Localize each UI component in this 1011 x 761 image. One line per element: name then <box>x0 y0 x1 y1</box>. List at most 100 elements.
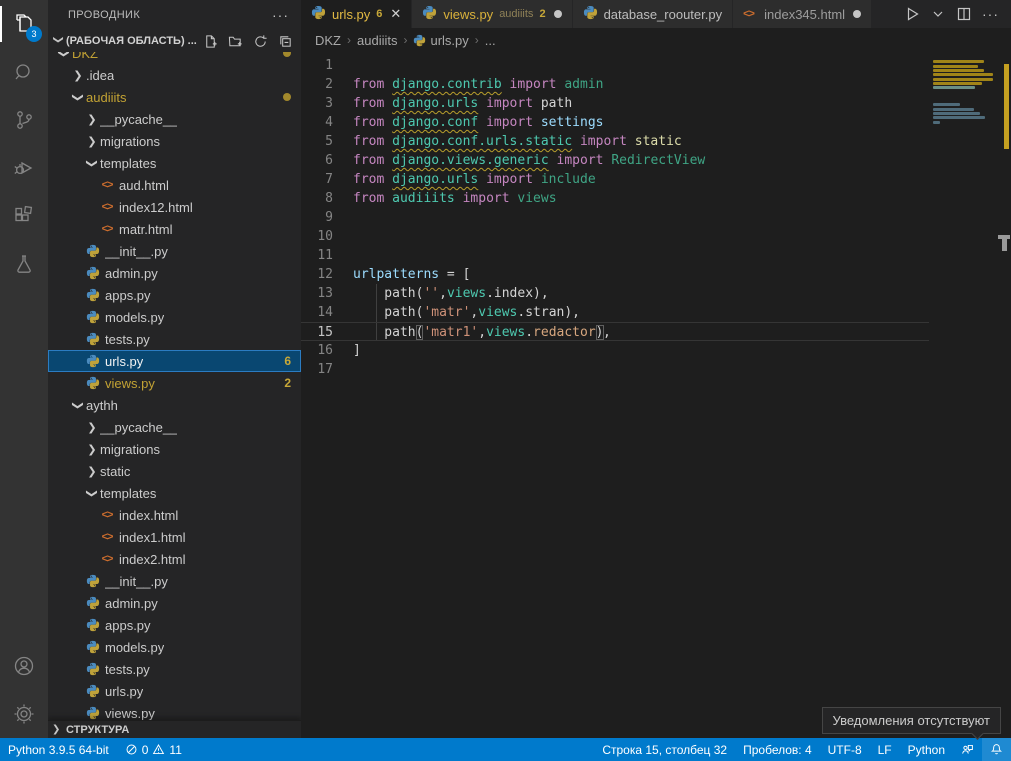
code-line-13: 13 path('',views.index), <box>301 284 929 303</box>
breadcrumb-item[interactable]: ... <box>485 33 496 48</box>
chevron-right-icon: ❯ <box>84 135 100 148</box>
refresh-icon[interactable] <box>253 34 268 49</box>
tree-item-index12-html[interactable]: <>index12.html <box>48 196 301 218</box>
tab-database-roouter-py[interactable]: database_roouter.py <box>573 0 734 28</box>
tree-item-models-py[interactable]: models.py <box>48 306 301 328</box>
tree-item-index-html[interactable]: <>index.html <box>48 504 301 526</box>
breadcrumb-item[interactable]: audiiits <box>357 33 397 48</box>
feedback-icon[interactable] <box>953 738 982 761</box>
chevron-down-icon: ❯ <box>72 397 85 413</box>
tree-item-label: index2.html <box>119 552 185 567</box>
minimap-line <box>933 86 975 89</box>
more-actions-icon[interactable]: ··· <box>982 6 999 22</box>
minimap-line <box>933 60 984 63</box>
tree-item--init-py[interactable]: __init__.py <box>48 570 301 592</box>
tree-item-models-py[interactable]: models.py <box>48 636 301 658</box>
tree-item-audiiits[interactable]: ❯audiiits <box>48 86 301 108</box>
tree-item-label: migrations <box>100 134 160 149</box>
tree-item-apps-py[interactable]: apps.py <box>48 614 301 636</box>
settings-gear-icon[interactable] <box>0 690 48 738</box>
tree-item-templates[interactable]: ❯templates <box>48 152 301 174</box>
tree-item--pycache-[interactable]: ❯__pycache__ <box>48 108 301 130</box>
explorer-icon[interactable]: 3 <box>0 0 48 48</box>
code-line-6: 6from django.views.generic import Redire… <box>301 151 929 170</box>
bell-icon[interactable] <box>982 738 1011 761</box>
tree-item-migrations[interactable]: ❯migrations <box>48 130 301 152</box>
new-folder-icon[interactable] <box>228 34 243 49</box>
tree-item-static[interactable]: ❯static <box>48 460 301 482</box>
tree-item-label: migrations <box>100 442 160 457</box>
split-editor-icon[interactable] <box>956 6 972 22</box>
tree-item-apps-py[interactable]: apps.py <box>48 284 301 306</box>
encoding-status[interactable]: UTF-8 <box>820 738 870 761</box>
tree-item--idea[interactable]: ❯.idea <box>48 64 301 86</box>
code-line-1: 1 <box>301 56 929 75</box>
workspace-section-header[interactable]: ❯ (РАБОЧАЯ ОБЛАСТЬ) ... <box>48 30 301 52</box>
tree-item-views-py[interactable]: views.py2 <box>48 372 301 394</box>
python-file-icon <box>84 618 102 632</box>
run-icon[interactable] <box>904 6 920 22</box>
warning-icon <box>152 743 165 756</box>
tree-item-matr-html[interactable]: <>matr.html <box>48 218 301 240</box>
problems-badge: 2 <box>284 376 291 390</box>
tree-item-aud-html[interactable]: <>aud.html <box>48 174 301 196</box>
line-number: 16 <box>301 341 353 360</box>
line-number: 8 <box>301 189 353 208</box>
tree-item-urls-py[interactable]: urls.py <box>48 680 301 702</box>
account-icon[interactable] <box>0 642 48 690</box>
source-control-icon[interactable] <box>0 96 48 144</box>
code-line-9: 9 <box>301 208 929 227</box>
python-file-icon <box>84 596 102 610</box>
tree-item-index1-html[interactable]: <>index1.html <box>48 526 301 548</box>
breadcrumb-label: urls.py <box>430 33 468 48</box>
tree-item-aythh[interactable]: ❯aythh <box>48 394 301 416</box>
tree-item-tests-py[interactable]: tests.py <box>48 658 301 680</box>
tree-item-templates[interactable]: ❯templates <box>48 482 301 504</box>
testing-icon[interactable] <box>0 240 48 288</box>
indentation-status[interactable]: Пробелов: 4 <box>735 738 820 761</box>
new-file-icon[interactable] <box>203 34 218 49</box>
explorer-badge: 3 <box>26 26 42 42</box>
overview-ruler[interactable] <box>997 52 1011 738</box>
code-line-16: 16] <box>301 341 929 360</box>
close-icon[interactable]: ✕ <box>390 6 401 22</box>
line-number: 10 <box>301 227 353 246</box>
tree-item-urls-py[interactable]: urls.py6 <box>48 350 301 372</box>
collapse-all-icon[interactable] <box>278 34 293 49</box>
problems-badge: 6 <box>376 8 382 20</box>
minimap[interactable] <box>931 52 997 738</box>
tree-item-tests-py[interactable]: tests.py <box>48 328 301 350</box>
tree-item-admin-py[interactable]: admin.py <box>48 592 301 614</box>
tree-item-dkz[interactable]: ❯DKZ <box>48 52 301 64</box>
extensions-icon[interactable] <box>0 192 48 240</box>
breadcrumb-item[interactable]: DKZ <box>315 33 341 48</box>
search-icon[interactable] <box>0 48 48 96</box>
code-line-15: 15 path('matr1',views.redactor), <box>301 322 929 341</box>
tab-index345-html[interactable]: <>index345.html <box>733 0 872 28</box>
cursor-position-status[interactable]: Строка 15, столбец 32 <box>594 738 735 761</box>
tab-urls-py[interactable]: urls.py6✕ <box>301 0 412 28</box>
html-file-icon: <> <box>98 201 116 213</box>
chevron-down-icon[interactable] <box>930 6 946 22</box>
python-interpreter-status[interactable]: Python 3.9.5 64-bit <box>0 738 117 761</box>
sidebar-more-actions-icon[interactable]: ··· <box>272 7 289 23</box>
language-mode-status[interactable]: Python <box>900 738 953 761</box>
structure-section-header[interactable]: ❯ СТРУКТУРА <box>48 720 301 738</box>
tree-item--init-py[interactable]: __init__.py <box>48 240 301 262</box>
tree-item-migrations[interactable]: ❯migrations <box>48 438 301 460</box>
tree-item-admin-py[interactable]: admin.py <box>48 262 301 284</box>
html-file-icon: <> <box>98 509 116 521</box>
line-number: 5 <box>301 132 353 151</box>
tree-item-index2-html[interactable]: <>index2.html <box>48 548 301 570</box>
eol-status[interactable]: LF <box>870 738 900 761</box>
tab-views-py[interactable]: views.pyaudiiits2 <box>412 0 572 28</box>
run-debug-icon[interactable] <box>0 144 48 192</box>
editor-actions: ··· <box>892 0 1011 28</box>
tree-item-label: DKZ <box>72 52 98 61</box>
code-editor[interactable]: 12from django.contrib import admin3from … <box>301 52 1011 738</box>
problems-status[interactable]: 0 11 <box>117 738 190 761</box>
tree-item--pycache-[interactable]: ❯__pycache__ <box>48 416 301 438</box>
tree-item-views-py[interactable]: views.py <box>48 702 301 720</box>
breadcrumb-item[interactable]: urls.py <box>413 33 468 48</box>
python-file-icon <box>84 266 102 280</box>
